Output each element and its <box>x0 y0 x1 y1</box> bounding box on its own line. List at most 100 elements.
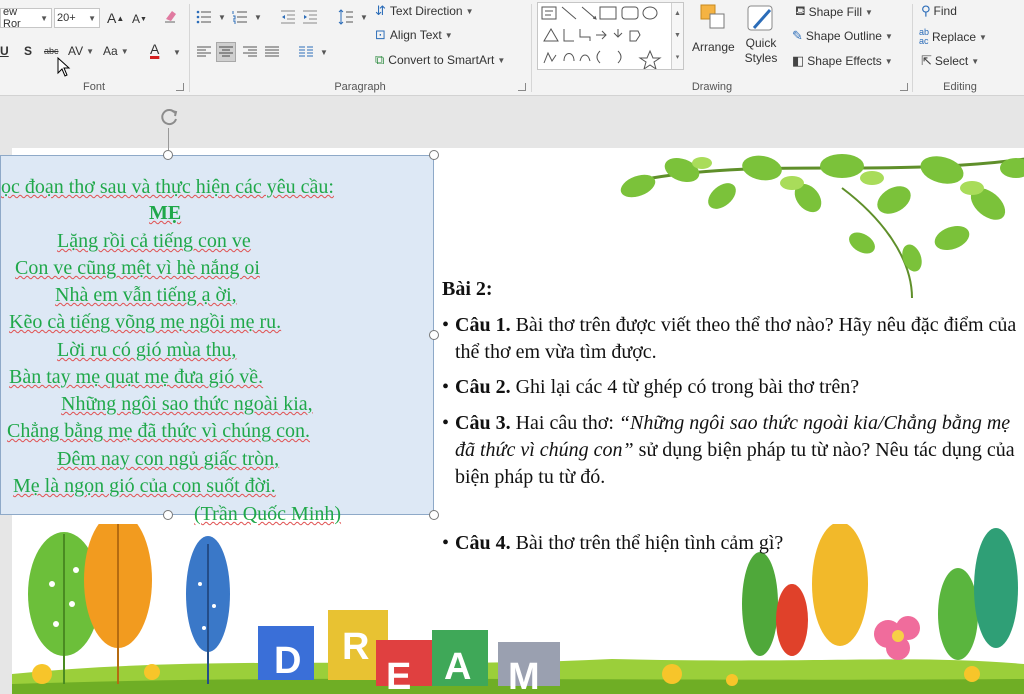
smartart-icon: ⧉ <box>375 52 385 67</box>
chevron-down-icon: ▼ <box>254 12 262 22</box>
dream-blocks-letters: D R E A M <box>258 626 568 694</box>
rotate-handle-icon[interactable] <box>158 106 180 128</box>
font-color-button[interactable]: A <box>150 42 159 56</box>
question-item: • Câu 3. Hai câu thơ: “Những ngôi sao th… <box>442 410 1017 491</box>
chevron-down-icon: ▼ <box>360 12 368 22</box>
replace-button[interactable]: ab ac Replace ▼ <box>919 28 990 46</box>
align-right-icon <box>243 46 257 57</box>
chevron-down-icon[interactable]: ▼ <box>170 48 184 57</box>
shape-effects-button[interactable]: ◧ Shape Effects ▼ <box>792 53 896 69</box>
shape-fill-button[interactable]: ⛾ Shape Fill ▼ <box>795 3 876 21</box>
poem-line: Con ve cũng mệt vì hè nắng oi <box>15 257 260 279</box>
select-button[interactable]: ⇱ Select ▼ <box>921 53 982 69</box>
drawing-group-label: Drawing <box>691 81 733 93</box>
align-center-button[interactable] <box>216 42 236 62</box>
shape-outline-button[interactable]: ✎ Shape Outline ▼ <box>792 28 896 44</box>
font-size-value: 20+ <box>57 12 76 24</box>
question-item: • Câu 2. Ghi lại các 4 từ ghép có trong … <box>442 374 1017 401</box>
question-label: Câu 4. <box>455 532 511 554</box>
chevron-down-icon: ▼ <box>465 6 474 16</box>
increase-indent-button[interactable] <box>302 9 321 25</box>
bullets-button[interactable]: ▼ <box>196 9 229 25</box>
line-spacing-button[interactable]: ▼ <box>338 9 371 25</box>
align-text-button[interactable]: ⊡ Align Text ▼ <box>375 27 456 43</box>
drawing-dialog-launcher[interactable] <box>900 83 908 91</box>
paragraph-group: ▼ ▼ ▼ ⇵ Text Direction ▼ ⊡ Align Text ▼ <box>190 0 530 96</box>
bullet: • <box>442 532 450 554</box>
slide-canvas-margin <box>0 96 1024 148</box>
text-direction-button[interactable]: ⇵ Text Direction ▼ <box>375 3 477 19</box>
question-text: Ghi lại các 4 từ ghép có trong bài thơ t… <box>510 376 860 398</box>
increase-indent-icon <box>303 10 317 24</box>
shapes-gallery-icons <box>541 6 662 71</box>
font-name-combo[interactable]: ew Ror ▼ <box>0 6 52 30</box>
poem-title: MẸ <box>149 202 182 224</box>
resize-handle-right[interactable] <box>429 330 439 340</box>
question-text: Bài thơ trên thể hiện tình cảm gì? <box>510 532 784 554</box>
chevron-down-icon: ▼ <box>120 46 129 56</box>
poem-line: Nhà em vẫn tiếng ạ ời, <box>55 284 237 306</box>
text-direction-icon: ⇵ <box>375 3 386 18</box>
change-case-button[interactable]: Aa ▼ <box>103 44 132 58</box>
clear-formatting-button[interactable] <box>163 8 182 24</box>
paint-bucket-icon: ⛾ <box>795 3 806 18</box>
resize-handle-bottom[interactable] <box>163 510 173 520</box>
poem-intro: ọc đoạn thơ sau và thực hiện các yêu cầu… <box>1 176 334 198</box>
chevron-down-icon: ▼ <box>86 46 95 56</box>
block-letter: E <box>386 656 412 694</box>
cursor-icon: ⇱ <box>921 53 932 68</box>
convert-smartart-button[interactable]: ⧉ Convert to SmartArt ▼ <box>375 52 508 68</box>
underline-button[interactable]: U <box>0 44 9 58</box>
question-text: Bài thơ trên được viết theo thể thơ nào?… <box>455 314 1017 363</box>
font-group: ew Ror ▼ 20+ ▼ A▲ A▼ U S abc AV▼ Aa▼ <box>0 0 188 96</box>
resize-handle-top-right[interactable] <box>429 150 439 160</box>
character-spacing-button[interactable]: AV ▼ <box>68 44 97 58</box>
paragraph-group-label: Paragraph <box>334 81 386 93</box>
question-label: Câu 1. <box>455 314 511 336</box>
editing-group-label: Editing <box>943 81 977 93</box>
poem-textbox[interactable]: ọc đoạn thơ sau và thực hiện các yêu cầu… <box>0 155 434 515</box>
align-left-button[interactable] <box>196 44 215 60</box>
block-letter: A <box>444 646 472 688</box>
chevron-down-icon: ▼ <box>218 12 226 22</box>
shadow-button[interactable]: S <box>24 44 32 58</box>
shapes-gallery[interactable]: ▲ ▼ ▾ <box>537 2 684 71</box>
grow-font-button[interactable]: A ▲ <box>107 10 124 26</box>
align-center-icon <box>219 46 233 57</box>
quick-styles-icon <box>747 5 773 31</box>
font-group-label: Font <box>82 81 105 93</box>
columns-icon <box>299 46 313 57</box>
chevron-down-icon: ▼ <box>497 55 506 65</box>
numbering-icon <box>232 11 247 24</box>
strikethrough-button[interactable]: abc <box>44 46 59 56</box>
shapes-gallery-scroll[interactable]: ▲ ▼ ▾ <box>671 3 683 69</box>
font-name-value: ew Ror <box>3 6 21 30</box>
font-dialog-launcher[interactable] <box>176 83 184 91</box>
align-text-icon: ⊡ <box>375 27 386 42</box>
chevron-down-icon: ▼ <box>971 56 980 66</box>
poem-author: (Trần Quốc Minh) <box>194 503 342 525</box>
paragraph-dialog-launcher[interactable] <box>518 83 526 91</box>
resize-handle-top[interactable] <box>163 150 173 160</box>
resize-handle-bottom-right[interactable] <box>429 510 439 520</box>
shrink-font-button[interactable]: A ▼ <box>132 12 147 26</box>
numbering-button[interactable]: ▼ <box>232 9 265 25</box>
chevron-down-icon: ▼ <box>88 13 96 23</box>
bullets-icon <box>196 10 211 24</box>
justify-button[interactable] <box>264 44 283 60</box>
align-right-button[interactable] <box>242 44 261 60</box>
arrange-icon <box>700 4 725 29</box>
font-size-combo[interactable]: 20+ ▼ <box>54 8 100 28</box>
poem-line: Kẽo cà tiếng võng mẹ ngồi mẹ ru. <box>9 311 282 333</box>
chevron-down-icon: ▼ <box>884 31 893 41</box>
arrange-button[interactable]: Arrange <box>692 2 735 54</box>
quick-styles-button[interactable]: Quick Styles <box>744 2 778 66</box>
line-spacing-icon <box>338 9 353 25</box>
find-button[interactable]: ⚲ Find <box>921 3 957 19</box>
search-icon: ⚲ <box>921 3 931 18</box>
question-item: • Câu 1. Bài thơ trên được viết theo thể… <box>442 312 1017 366</box>
columns-button[interactable]: ▼ <box>298 44 331 60</box>
decrease-indent-button[interactable] <box>280 9 299 25</box>
rotate-handle-stem <box>168 128 169 150</box>
question-item: • Câu 4. Bài thơ trên thể hiện tình cảm … <box>442 530 1017 557</box>
